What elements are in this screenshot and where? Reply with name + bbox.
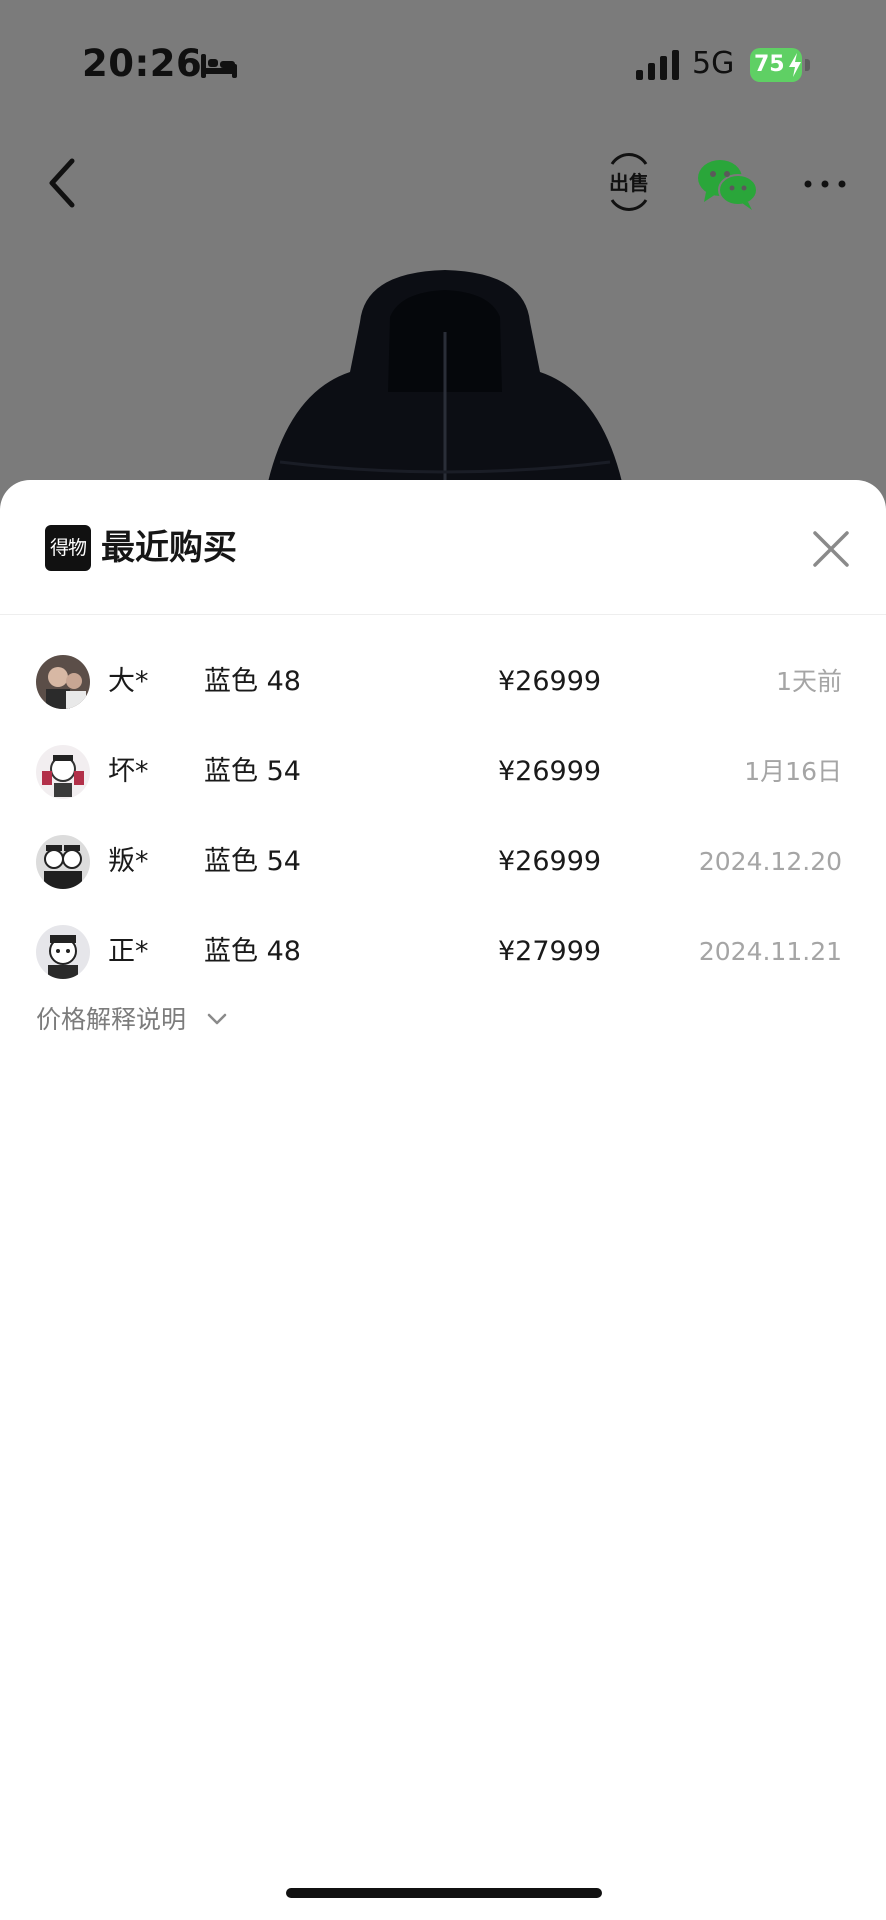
buyer-name: 大*	[108, 666, 149, 697]
buyer-avatar[interactable]	[36, 835, 90, 889]
buyer-variant: 蓝色 54	[204, 846, 301, 877]
back-arrow-icon[interactable]	[40, 155, 88, 211]
product-nav-bar: 出售	[0, 130, 886, 240]
price-explanation-link[interactable]: 价格解释说明	[36, 1000, 228, 1040]
home-indicator[interactable]	[286, 1888, 602, 1898]
network-type: 5G	[692, 46, 735, 81]
buyer-variant: 蓝色 48	[204, 666, 301, 697]
buyer-avatar[interactable]	[36, 745, 90, 799]
recent-purchases-sheet: 得物 最近购买 大* 蓝色 48 ¥26999 1天前 坏* 蓝色 54 ¥26…	[0, 480, 886, 1920]
buyer-variant: 蓝色 54	[204, 756, 301, 787]
price-explanation-label: 价格解释说明	[36, 1005, 187, 1034]
sheet-title: 最近购买	[101, 528, 237, 568]
purchase-list: 大* 蓝色 48 ¥26999 1天前 坏* 蓝色 54 ¥26999 1月16…	[0, 640, 886, 1000]
sell-tag-icon[interactable]: 出售	[602, 152, 656, 212]
buyer-variant: 蓝色 48	[204, 936, 301, 967]
sleep-focus-icon	[201, 54, 237, 78]
cellular-signal-icon	[636, 50, 679, 80]
buyer-name: 叛*	[108, 846, 149, 877]
purchase-row: 叛* 蓝色 54 ¥26999 2024.12.20	[0, 820, 886, 910]
charging-bolt-icon	[789, 53, 801, 77]
dewu-logo: 得物	[45, 525, 91, 571]
sheet-header: 得物 最近购买	[0, 480, 886, 615]
purchase-date: 1月16日	[744, 757, 842, 786]
svg-text:出售: 出售	[609, 171, 649, 195]
wechat-icon[interactable]	[696, 158, 758, 210]
buyer-price: ¥26999	[498, 756, 602, 787]
purchase-row: 坏* 蓝色 54 ¥26999 1月16日	[0, 730, 886, 820]
close-icon[interactable]	[810, 528, 852, 570]
more-dots-icon[interactable]	[800, 166, 850, 202]
battery-indicator: 75	[750, 48, 812, 82]
buyer-price: ¥26999	[498, 666, 602, 697]
status-time: 20:26	[82, 42, 203, 85]
purchase-date: 2024.12.20	[698, 847, 842, 876]
buyer-avatar[interactable]	[36, 925, 90, 979]
buyer-name: 坏*	[108, 756, 149, 787]
buyer-avatar[interactable]	[36, 655, 90, 709]
chevron-down-icon	[207, 1013, 227, 1025]
buyer-price: ¥26999	[498, 846, 602, 877]
purchase-row: 大* 蓝色 48 ¥26999 1天前	[0, 640, 886, 730]
dimmed-product-page[interactable]: 20:26 5G 75 出售	[0, 0, 886, 522]
battery-cap	[805, 59, 810, 71]
status-bar: 20:26 5G 75	[0, 0, 886, 130]
purchase-row: 正* 蓝色 48 ¥27999 2024.11.21	[0, 910, 886, 1000]
purchase-date: 2024.11.21	[698, 937, 842, 966]
buyer-name: 正*	[108, 936, 149, 967]
buyer-price: ¥27999	[498, 936, 602, 967]
purchase-date: 1天前	[776, 667, 842, 696]
